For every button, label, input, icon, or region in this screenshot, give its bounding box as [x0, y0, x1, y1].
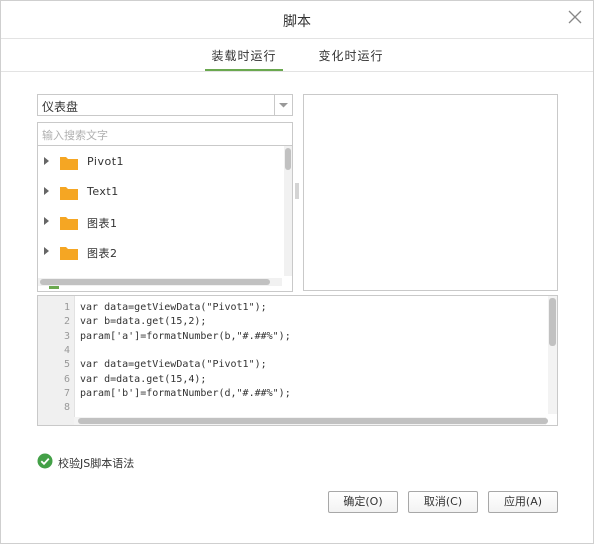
expand-arrow-icon[interactable]	[44, 157, 49, 165]
search-input[interactable]: 输入搜索文字	[37, 122, 293, 146]
tree-vertical-scrollbar[interactable]	[284, 146, 292, 276]
scrollbar-thumb[interactable]	[78, 418, 548, 424]
source-select[interactable]: 仪表盘	[37, 94, 293, 116]
splitter-handle[interactable]	[294, 181, 300, 201]
chevron-down-icon[interactable]	[274, 95, 292, 115]
line-number: 8	[63, 402, 70, 413]
folder-icon	[60, 245, 78, 260]
tree-item-label: Pivot1	[87, 155, 124, 168]
tab-bar: 装载时运行 变化时运行	[1, 39, 593, 72]
code-line: var data=getViewData("Pivot1");	[80, 302, 267, 313]
expand-arrow-icon[interactable]	[44, 247, 49, 255]
scrollbar-thumb[interactable]	[549, 298, 556, 346]
tab-on-load[interactable]: 装载时运行	[205, 47, 283, 71]
element-tree: Pivot1 Text1 图表1 图表2	[37, 146, 293, 292]
code-line: var d=data.get(15,4);	[80, 374, 207, 385]
tree-item[interactable]: 图表1	[38, 211, 278, 233]
detail-panel	[303, 94, 558, 291]
dialog-title: 脚本	[283, 14, 311, 30]
title-bar: 脚本	[1, 1, 593, 39]
line-number: 3	[63, 331, 70, 342]
ok-button[interactable]: 确定(O)	[328, 491, 398, 513]
editor-horizontal-scrollbar[interactable]	[74, 417, 548, 425]
folder-icon	[60, 185, 78, 200]
line-number: 7	[63, 388, 70, 399]
apply-button[interactable]: 应用(A)	[488, 491, 558, 513]
script-dialog: 脚本 装载时运行 变化时运行 仪表盘 输入搜索文字 Pivot1 Text1 图…	[0, 0, 594, 544]
source-select-value: 仪表盘	[42, 100, 79, 114]
cancel-button[interactable]: 取消(C)	[408, 491, 478, 513]
check-circle-icon[interactable]	[37, 453, 53, 469]
tree-item[interactable]: Text1	[38, 181, 278, 203]
expand-arrow-icon[interactable]	[44, 217, 49, 225]
tree-item[interactable]: Pivot1	[38, 151, 278, 173]
tree-item-label: 图表1	[87, 217, 118, 230]
line-number: 6	[63, 374, 70, 385]
tree-item-label: 图表2	[87, 247, 118, 260]
tree-item-label: Text1	[87, 185, 119, 198]
scrollbar-thumb[interactable]	[285, 148, 291, 170]
line-number: 1	[63, 302, 70, 313]
close-icon[interactable]	[567, 9, 583, 25]
code-line: param['b']=formatNumber(d,"#.##%");	[80, 388, 291, 399]
folder-icon	[60, 215, 78, 230]
expand-arrow-icon[interactable]	[44, 187, 49, 195]
search-placeholder: 输入搜索文字	[42, 129, 108, 142]
code-line: param['a']=formatNumber(b,"#.##%");	[80, 331, 291, 342]
editor-vertical-scrollbar[interactable]	[548, 296, 557, 414]
line-number: 4	[63, 345, 70, 356]
line-number: 2	[63, 316, 70, 327]
folder-icon	[60, 155, 78, 170]
scrollbar-thumb[interactable]	[40, 279, 270, 285]
line-number-gutter: 1 2 3 4 5 6 7 8	[38, 296, 75, 425]
tree-horizontal-scrollbar[interactable]	[38, 278, 282, 286]
line-number: 5	[63, 359, 70, 370]
validate-js-label: 校验JS脚本语法	[58, 457, 135, 470]
tab-on-change[interactable]: 变化时运行	[314, 47, 388, 69]
code-line: var b=data.get(15,2);	[80, 316, 207, 327]
code-line: var data=getViewData("Pivot1");	[80, 359, 267, 370]
tree-item[interactable]: 图表2	[38, 241, 278, 263]
code-editor[interactable]: 1 2 3 4 5 6 7 8 var data=getViewData("Pi…	[37, 295, 558, 426]
